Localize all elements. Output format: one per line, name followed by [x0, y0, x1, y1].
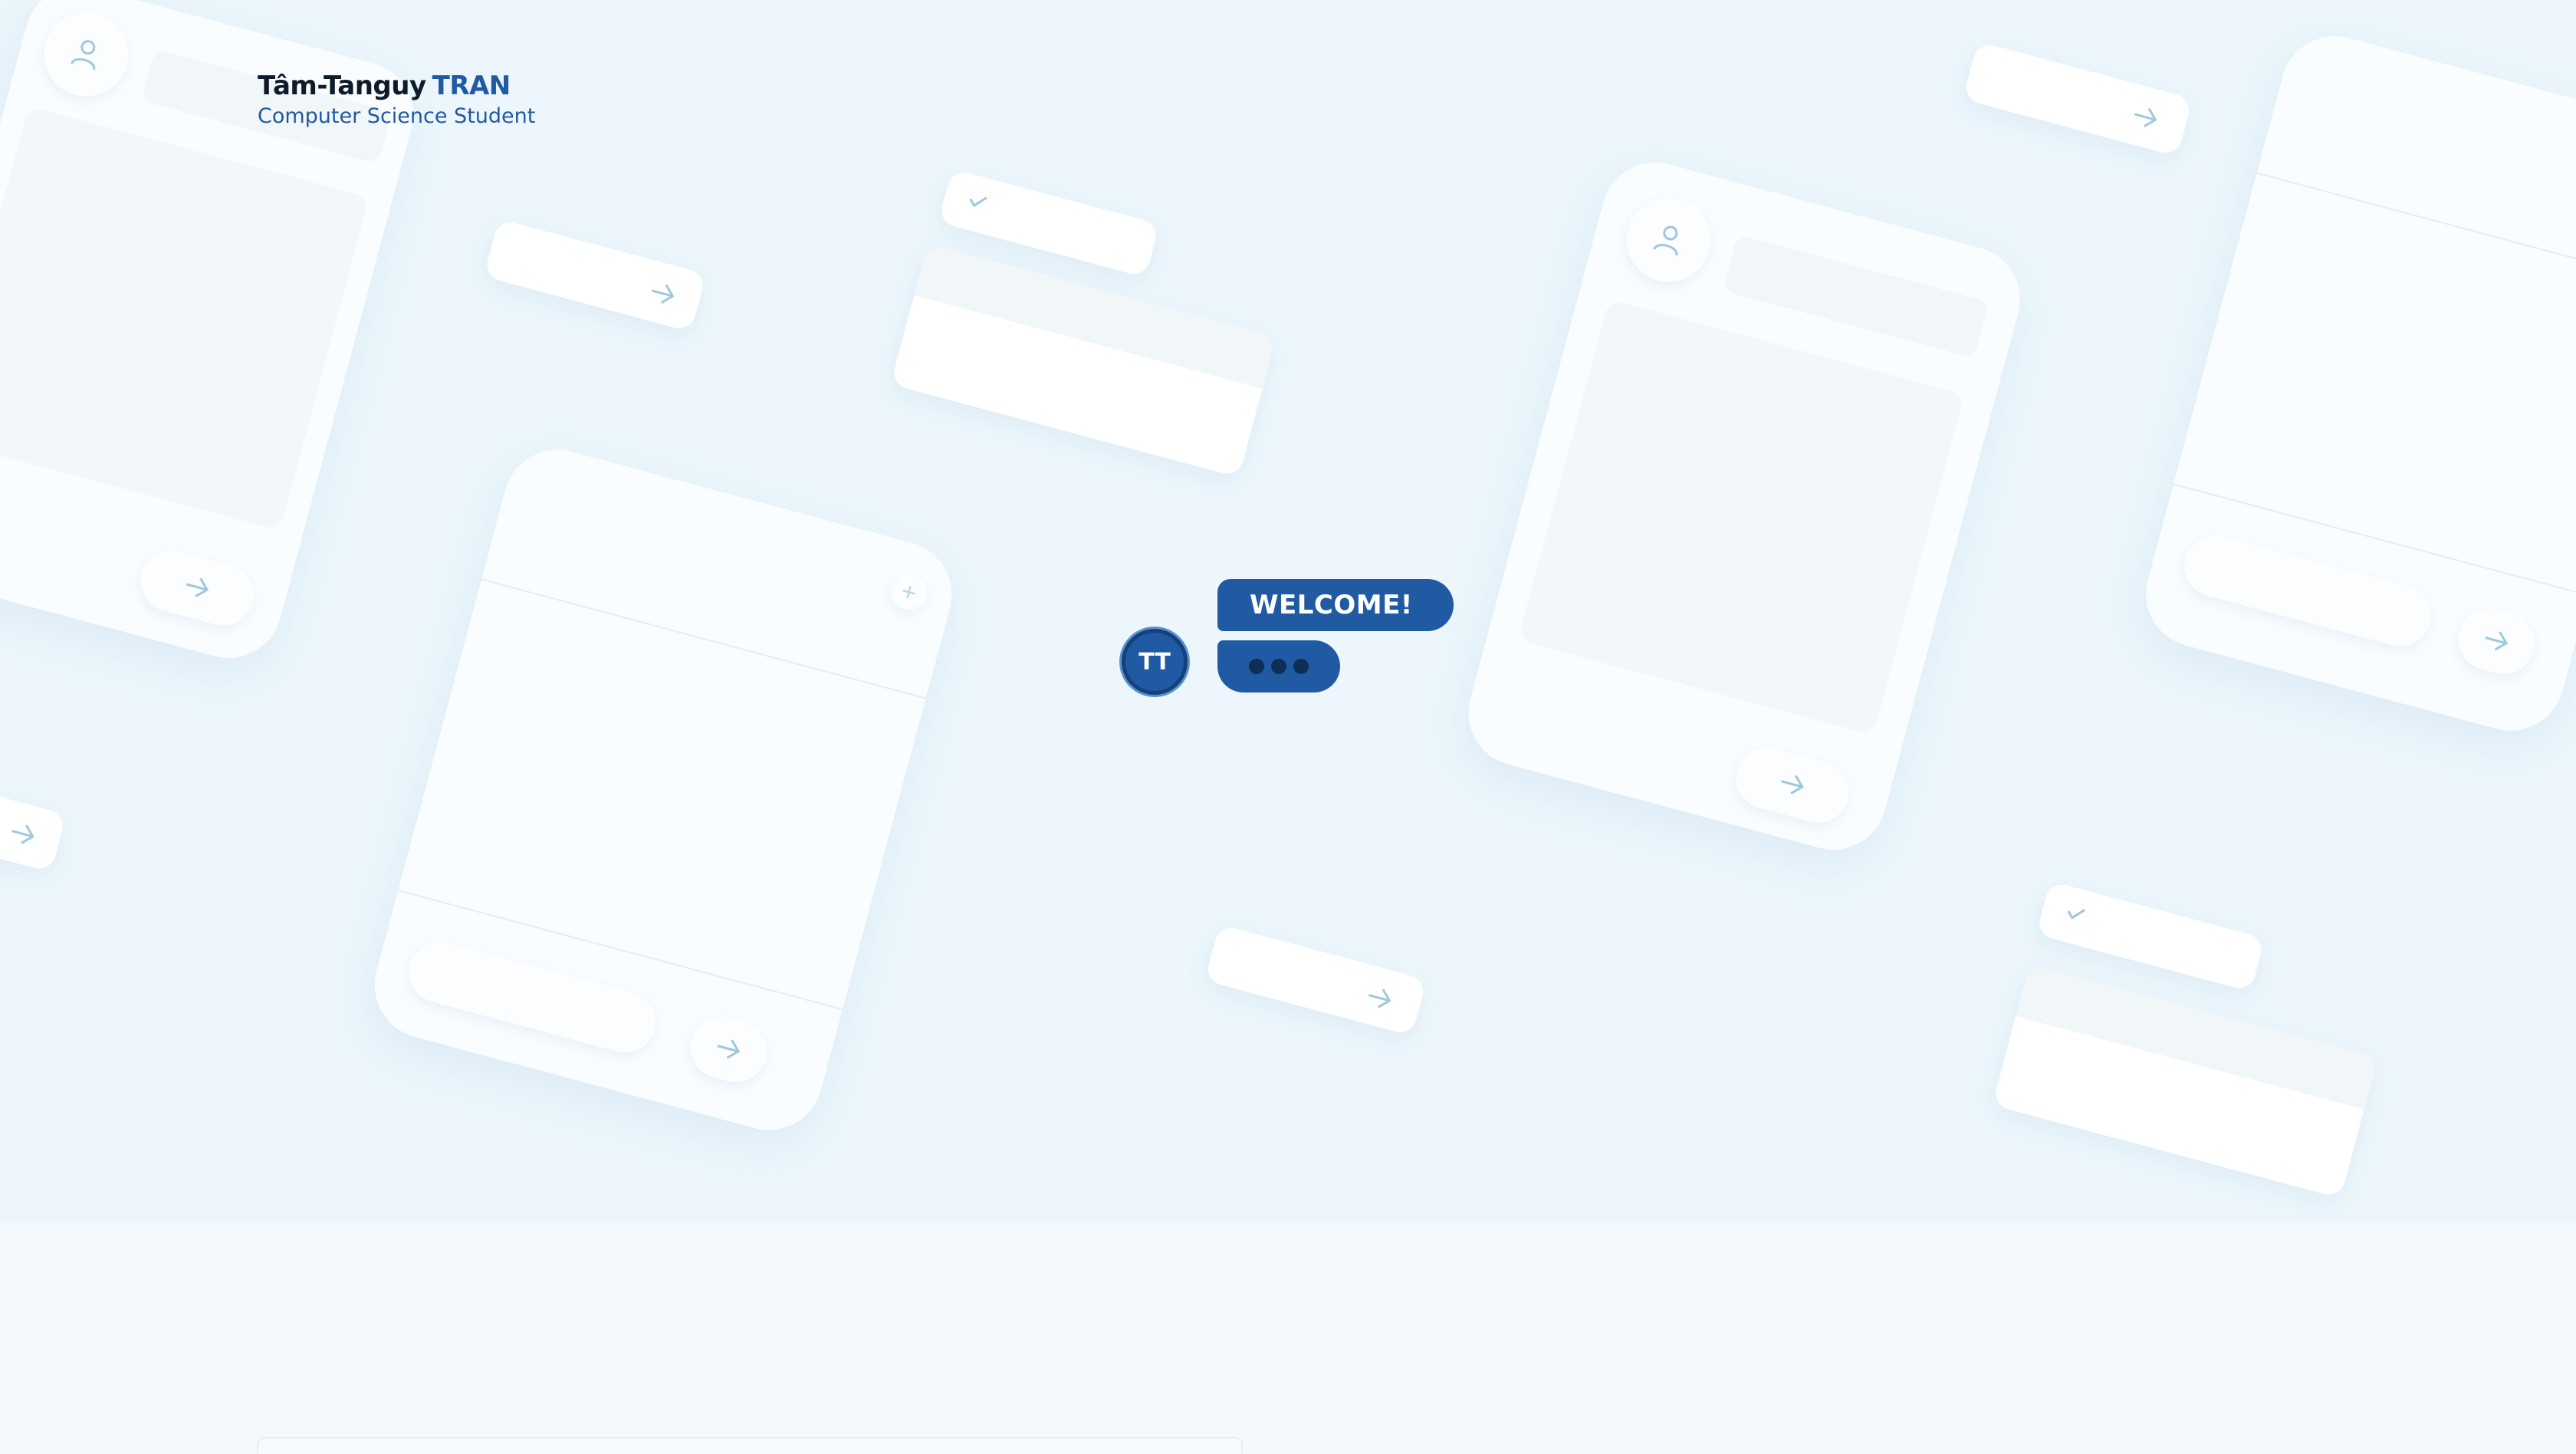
decor-checklist-card — [1992, 964, 2378, 1199]
arrow-right-icon — [2131, 103, 2162, 132]
welcome-message-text: WELCOME! — [1250, 590, 1413, 620]
checkmark-icon — [2064, 903, 2087, 923]
decor-chat-window — [362, 437, 964, 1143]
logo-first-name: Tâm-Tanguy — [258, 71, 426, 101]
decor-checklist-card — [890, 243, 1276, 478]
arrow-right-icon — [2481, 627, 2512, 656]
decor-message-card — [1962, 41, 2193, 157]
logo-subtitle: Computer Science Student — [258, 104, 536, 128]
arrow-right-icon — [1777, 770, 1809, 799]
arrow-right-icon — [713, 1035, 744, 1064]
site-logo[interactable]: Tâm-Tanguy TRAN Computer Science Student — [258, 71, 535, 128]
decor-checklist-header — [914, 243, 1276, 389]
typing-dot — [1271, 659, 1286, 674]
avatar-initials: TT — [1138, 648, 1171, 676]
checkmark-icon — [966, 191, 989, 211]
arrow-right-icon — [182, 573, 213, 602]
arrow-right-icon — [8, 820, 39, 849]
typing-indicator — [1217, 640, 1340, 692]
decor-input-field — [402, 934, 663, 1060]
avatar: TT — [1122, 629, 1188, 695]
decor-send-button — [133, 543, 261, 633]
user-icon — [68, 35, 104, 71]
decor-phone-mockup-right — [1456, 150, 2032, 862]
decor-send-button — [683, 1010, 774, 1090]
plus-icon — [899, 583, 918, 601]
decor-message-card — [1204, 924, 1428, 1036]
typing-dot — [1249, 659, 1264, 674]
welcome-message-bubble: WELCOME! — [1217, 579, 1454, 631]
content-section — [0, 1222, 2576, 1454]
logo-name: Tâm-Tanguy TRAN — [258, 71, 535, 101]
decor-send-button — [2451, 601, 2542, 681]
content-card — [257, 1437, 1243, 1454]
decor-add-button — [887, 571, 931, 614]
decor-avatar-circle — [34, 2, 138, 106]
typing-dot — [1293, 659, 1309, 674]
logo-last-name: TRAN — [432, 71, 511, 101]
decor-send-button — [1729, 740, 1856, 830]
decor-screen — [1517, 299, 1965, 735]
decor-checklist-header — [2016, 964, 2378, 1110]
arrow-right-icon — [1364, 984, 1395, 1013]
decor-avatar-circle — [1617, 188, 1720, 292]
arrow-right-icon — [648, 279, 679, 308]
hero-section: Tâm-Tanguy TRAN Computer Science Student … — [0, 0, 2576, 1222]
decor-screen — [0, 106, 370, 531]
decor-message-card — [0, 775, 67, 873]
decor-divider — [2256, 172, 2576, 285]
user-icon — [1651, 220, 1687, 257]
decor-divider — [481, 578, 926, 699]
decor-chat-window — [2134, 24, 2576, 743]
decor-message-card — [483, 219, 707, 332]
decor-input-field — [2177, 528, 2438, 653]
